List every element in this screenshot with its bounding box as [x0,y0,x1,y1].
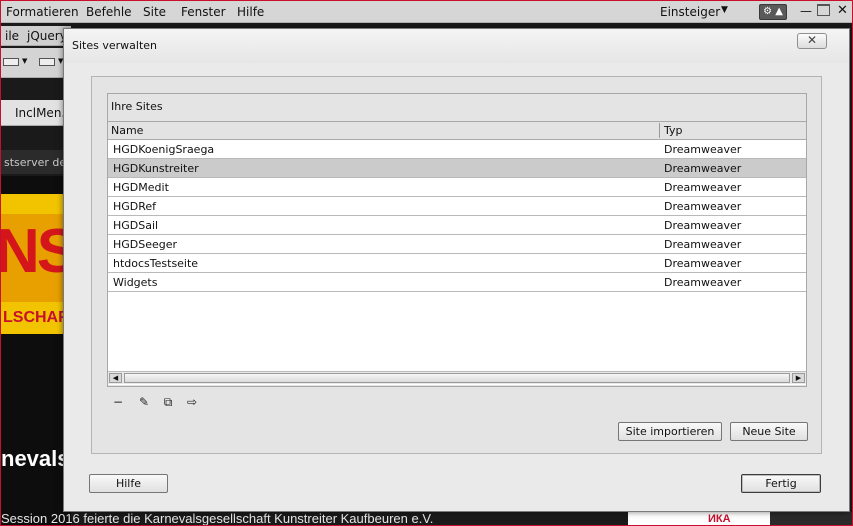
new-site-button[interactable]: Neue Site [730,422,808,441]
edit-site-icon[interactable]: ✎ [135,394,153,410]
table-row[interactable]: HGDKoenigSraega Dreamweaver [108,140,806,159]
table-row[interactable]: HGDSeeger Dreamweaver [108,235,806,254]
menu-fenster[interactable]: Fenster [181,5,226,19]
dialog-panel: Ihre Sites Name Typ HGDKoenigSraega Dream… [91,76,822,454]
site-type: Dreamweaver [664,257,742,270]
duplicate-site-icon[interactable]: ⧉ [159,394,177,410]
menu-formatieren[interactable]: Formatieren [6,5,79,19]
layout-icon[interactable] [39,58,55,66]
preview-bottom-text: Session 2016 feierte die Karnevalsgesell… [1,512,434,525]
column-divider[interactable] [659,123,660,138]
preview-dark-area [770,512,852,525]
site-name: HGDMedit [113,181,169,194]
workspace-switcher[interactable]: Einsteiger [660,5,720,19]
related-file-tab-jquery[interactable]: jQuery [27,29,67,43]
manage-sites-dialog: Sites verwalten ✕ Ihre Sites Name Typ HG… [63,28,850,512]
site-name: HGDSail [113,219,159,232]
view-mode-icon[interactable] [3,58,19,66]
table-row[interactable]: HGDMedit Dreamweaver [108,178,806,197]
table-row-selected[interactable]: HGDKunstreiter Dreamweaver [108,159,806,178]
sites-group: Ihre Sites Name Typ HGDKoenigSraega Dream… [107,93,807,387]
site-name: HGDRef [113,200,157,213]
close-icon[interactable]: ✕ [837,3,848,18]
done-button[interactable]: Fertig [741,474,821,493]
banner-letters: NS [1,217,71,286]
app-menubar: Formatieren Befehle Site Fenster Hilfe E… [1,1,852,23]
menu-hilfe[interactable]: Hilfe [237,5,264,19]
dialog-close-button[interactable]: ✕ [797,33,827,49]
site-type: Dreamweaver [664,276,742,289]
preview-image-strip: ИКА [628,512,770,525]
menu-befehle[interactable]: Befehle [86,5,132,19]
site-name: Widgets [113,276,158,289]
scroll-right-icon[interactable]: ▶ [792,373,805,383]
sites-table: Name Typ HGDKoenigSraega Dreamweaver HGDK… [108,121,806,385]
site-type: Dreamweaver [664,143,742,156]
dialog-title: Sites verwalten [72,39,157,52]
dialog-titlebar[interactable]: Sites verwalten ✕ [64,29,849,63]
table-rows: HGDKoenigSraega Dreamweaver HGDKunstreite… [108,140,806,292]
export-site-icon[interactable]: ⇨ [183,394,201,410]
table-row[interactable]: htdocsTestseite Dreamweaver [108,254,806,273]
strip-logo-text: ИКА [708,513,731,525]
column-header-name[interactable]: Name [111,124,143,137]
maximize-icon[interactable] [817,4,830,16]
site-name: HGDSeeger [113,238,178,251]
scrollbar-thumb[interactable] [124,373,790,383]
menu-site[interactable]: Site [143,5,166,19]
help-button[interactable]: Hilfe [89,474,168,493]
minimize-icon[interactable]: — [800,4,812,18]
site-name: HGDKunstreiter [113,162,199,175]
chevron-down-icon[interactable]: ▼ [721,5,728,15]
site-type: Dreamweaver [664,181,742,194]
related-file-tab[interactable]: ile [5,29,19,43]
live-preview: NS LSCHAF nevals [1,176,71,525]
horizontal-scrollbar[interactable]: ◀ ▶ [108,371,806,384]
document-toolbar: ▼ ▼ [1,48,71,78]
document-tab[interactable]: InclMen.p [1,100,73,126]
chevron-down-icon[interactable]: ▼ [22,57,27,65]
testserver-warning-bar: stserver defi [1,150,73,174]
banner-subtitle: LSCHAF [3,309,68,326]
sites-group-label: Ihre Sites [111,100,163,113]
column-header-type[interactable]: Typ [664,124,683,137]
scroll-left-icon[interactable]: ◀ [109,373,122,383]
site-type: Dreamweaver [664,238,742,251]
site-type: Dreamweaver [664,200,742,213]
table-row[interactable]: HGDRef Dreamweaver [108,197,806,216]
related-files-bar: ile jQuery [1,26,71,46]
table-header: Name Typ [108,122,806,140]
table-row[interactable]: HGDSail Dreamweaver [108,216,806,235]
preview-heading: nevals [1,446,70,471]
site-type: Dreamweaver [664,219,742,232]
banner-stripe [1,194,71,214]
site-name: HGDKoenigSraega [113,143,215,156]
sync-settings-button[interactable]: ⚙ ▲ [759,4,787,20]
remove-site-icon[interactable]: − [109,394,127,410]
import-site-button[interactable]: Site importieren [618,422,722,441]
table-row[interactable]: Widgets Dreamweaver [108,273,806,292]
site-type: Dreamweaver [664,162,742,175]
site-name: htdocsTestseite [113,257,199,270]
